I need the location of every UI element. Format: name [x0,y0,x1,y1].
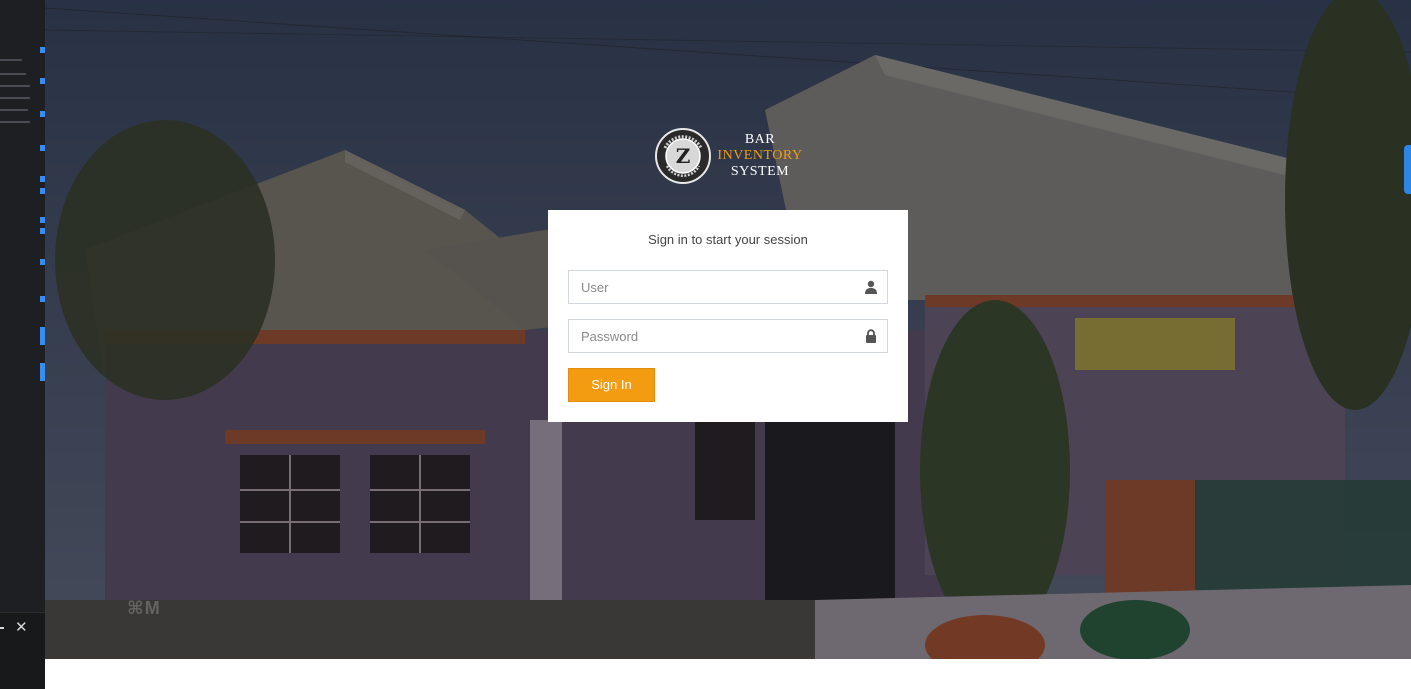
app-logo: Z BAR INVENTORY SYSTEM [655,128,805,186]
username-input[interactable] [569,271,851,303]
user-icon [865,280,877,294]
app-title-line-2: INVENTORY [717,148,803,163]
seal-letter: Z [676,144,691,168]
code-line [0,109,28,111]
lock-icon [866,329,876,343]
watermark: ⌘M [127,598,161,618]
login-box: Sign in to start your session Sign In [548,210,908,422]
code-line [0,85,30,87]
code-line [0,121,30,123]
page: ✕ ⌘M Z BAR INVENTORY SYSTEM Sign in to s… [0,0,1411,689]
app-title-line-1: BAR [744,132,776,147]
panel-handle [0,627,4,629]
close-icon[interactable]: ✕ [15,620,28,635]
editor-sidebar: ✕ [0,0,45,689]
username-field [568,270,888,304]
app-title: BAR INVENTORY SYSTEM [717,132,803,180]
password-field [568,319,888,353]
code-line [0,73,26,75]
code-line [0,59,22,61]
login-message: Sign in to start your session [648,232,808,247]
page-footer-area [45,659,1411,689]
hotel-seal-logo: Z [655,128,711,184]
side-tab-handle[interactable] [1404,145,1411,194]
code-line [0,97,30,99]
app-title-line-3: SYSTEM [730,164,790,179]
password-input[interactable] [569,320,851,352]
sign-in-button[interactable]: Sign In [568,368,655,402]
